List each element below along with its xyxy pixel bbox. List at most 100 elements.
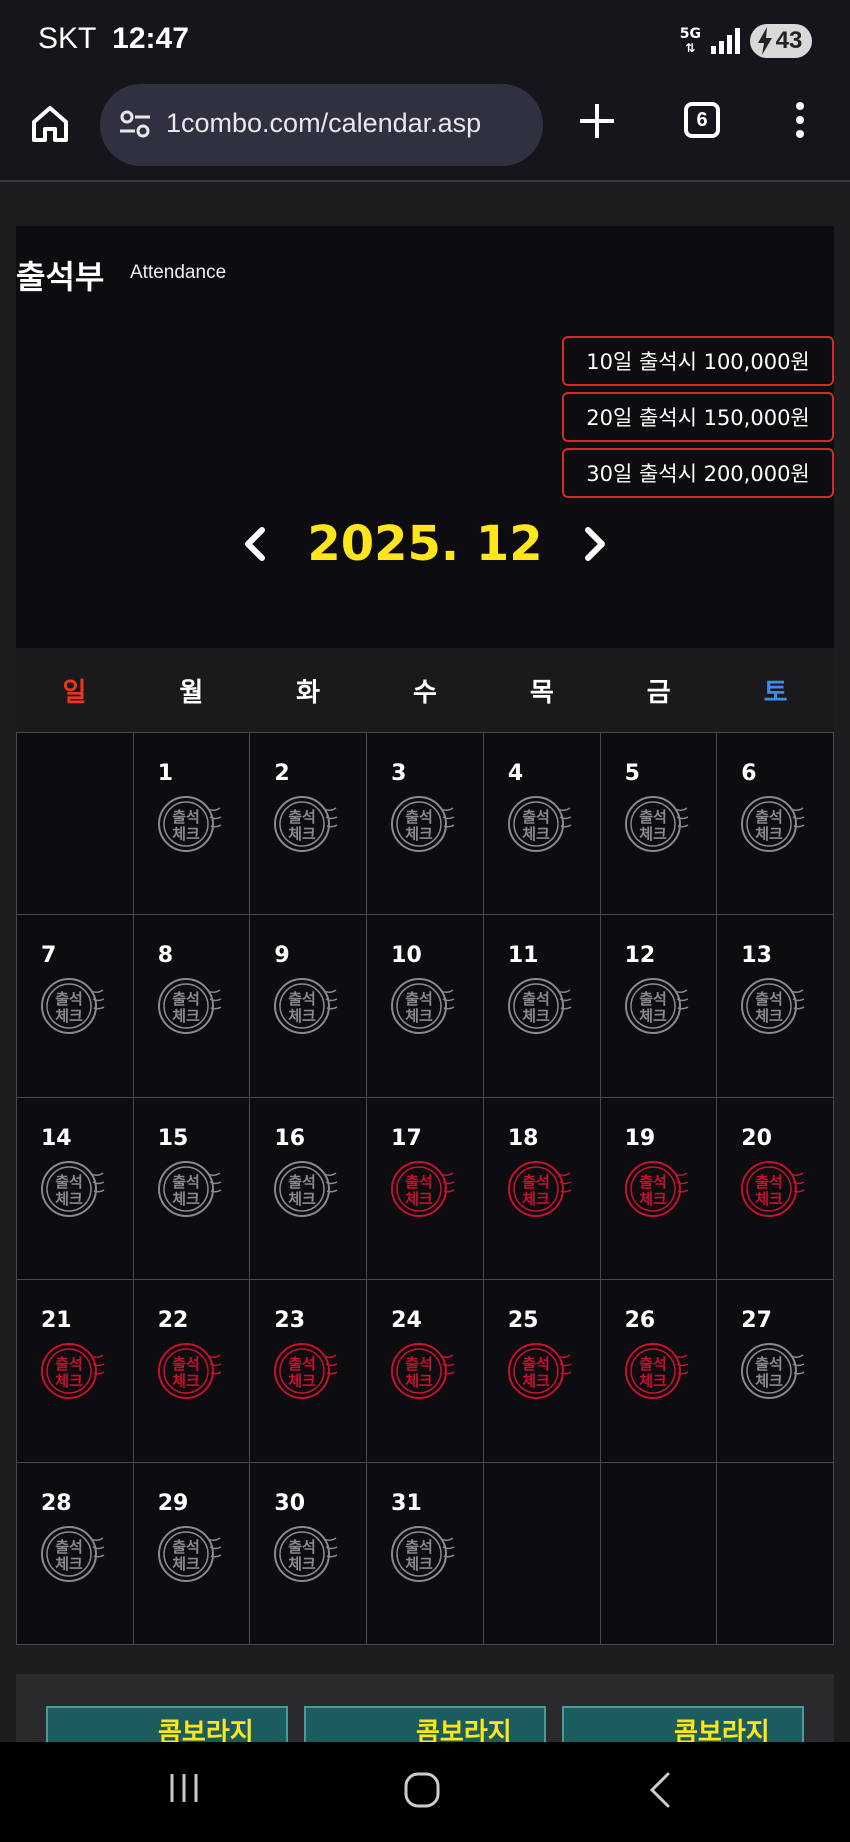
attendance-stamp-icon: 출석체크: [157, 978, 222, 1035]
weekday-friday: 금: [646, 677, 671, 708]
battery-level: 43: [775, 27, 803, 54]
stamp-text-bottom: 체크: [55, 1190, 83, 1208]
weekday-monday: 월: [179, 677, 204, 708]
attendance-stamp-icon: 출석체크: [157, 1160, 222, 1217]
stamp-text-top: 출석: [755, 990, 783, 1008]
stamp-text-bottom: 체크: [405, 1372, 433, 1390]
url-text[interactable]: 1combo.com/calendar.asp: [166, 108, 481, 139]
calendar-cell[interactable]: 1 출석 체크: [133, 733, 251, 916]
calendar-cell[interactable]: 31 출석 체크: [367, 1462, 484, 1645]
day-number: 31: [391, 1490, 422, 1516]
calendar-cell: [17, 733, 134, 916]
attendance-stamp-checked-icon: 출석체크: [41, 1343, 105, 1400]
calendar-cell[interactable]: 14 출석 체크: [17, 1097, 134, 1281]
reward-badge: 10일 출석시 100,000원: [562, 336, 834, 386]
stamp-text-bottom: 체크: [405, 825, 433, 843]
calendar-cell[interactable]: 16 출석 체크: [250, 1097, 368, 1281]
calendar-cell[interactable]: 22 출석 체크: [133, 1280, 251, 1463]
day-number: 29: [157, 1490, 189, 1516]
day-number: 30: [274, 1490, 306, 1516]
weekday-saturday: 토: [763, 677, 788, 708]
stamp-text-top: 출석: [289, 1173, 317, 1191]
attendance-stamp-icon: 출석체크: [274, 1525, 338, 1582]
calendar-cell[interactable]: 27 출석 체크: [717, 1280, 834, 1463]
calendar-cell[interactable]: 10 출석 체크: [367, 915, 484, 1098]
calendar-cell[interactable]: 5 출석 체크: [600, 733, 718, 916]
calendar-cell[interactable]: 26 출석 체크: [600, 1280, 718, 1463]
recent-apps-icon[interactable]: [166, 1770, 202, 1806]
calendar-cell[interactable]: 4 출석 체크: [483, 733, 601, 916]
calendar-cell[interactable]: 23 출석 체크: [250, 1280, 368, 1463]
promo-banner[interactable]: 콤보라지: [304, 1706, 546, 1742]
clock: 12:47: [112, 22, 189, 55]
day-number: 11: [507, 943, 539, 969]
home-icon[interactable]: [28, 102, 72, 146]
stamp-text-top: 출석: [755, 808, 783, 826]
stamp-text-top: 출석: [172, 1355, 200, 1373]
calendar-cell[interactable]: 6 출석 체크: [717, 733, 834, 916]
plus-icon[interactable]: [578, 102, 616, 140]
calendar-cell[interactable]: 18 출석 체크: [483, 1097, 601, 1281]
calendar-cell[interactable]: 20 출석 체크: [717, 1097, 834, 1281]
chevron-left-icon[interactable]: [242, 526, 268, 562]
attendance-stamp-icon: 출석체크: [41, 1160, 105, 1217]
stamp-text-bottom: 체크: [522, 1372, 550, 1390]
stamp-text-top: 출석: [639, 1355, 667, 1373]
attendance-stamp-icon: 출석체크: [741, 796, 805, 852]
calendar-cell[interactable]: 17 출석 체크: [367, 1097, 484, 1281]
stamp-text-bottom: 체크: [55, 1007, 83, 1025]
calendar-cell[interactable]: 2 출석 체크: [250, 733, 368, 916]
stamp-text-top: 출석: [405, 1173, 433, 1191]
home-circle-icon[interactable]: [402, 1770, 442, 1810]
stamp-text-bottom: 체크: [172, 825, 200, 843]
calendar-cell[interactable]: 9 출석 체크: [250, 915, 368, 1098]
day-number: 25: [507, 1308, 539, 1334]
tab-switcher-icon[interactable]: 6: [684, 102, 720, 138]
calendar-cell[interactable]: 19 출석 체크: [600, 1097, 718, 1281]
day-number: 20: [741, 1125, 772, 1151]
stamp-text-bottom: 체크: [289, 1555, 317, 1573]
calendar-cell: [483, 1462, 601, 1645]
calendar-cell[interactable]: 21 출석 체크: [17, 1280, 134, 1463]
calendar-cell[interactable]: 13 출석 체크: [717, 915, 834, 1098]
attendance-stamp-icon: 출석체크: [274, 1160, 338, 1217]
day-number: 26: [624, 1308, 656, 1334]
calendar-cell[interactable]: 29 출석 체크: [133, 1462, 251, 1645]
stamp-text-bottom: 체크: [405, 1190, 433, 1208]
status-left: SKT 12:47: [38, 22, 189, 56]
stamp-text-bottom: 체크: [405, 1555, 433, 1573]
weekday-wednesday: 수: [413, 677, 437, 708]
stamp-text-bottom: 체크: [522, 825, 550, 843]
calendar-cell[interactable]: 3 출석 체크: [367, 733, 484, 916]
calendar-cell[interactable]: 25 출석 체크: [483, 1280, 601, 1463]
day-number: 2: [274, 761, 290, 786]
calendar-cell[interactable]: 24 출석 체크: [367, 1280, 484, 1463]
calendar-cell[interactable]: 11 출석 체크: [483, 915, 601, 1098]
attendance-stamp-icon: 출석체크: [391, 796, 455, 852]
more-vert-icon[interactable]: [792, 102, 808, 142]
calendar-cell[interactable]: 12 출석 체크: [600, 915, 718, 1098]
calendar-cell[interactable]: 8 출석 체크: [133, 915, 251, 1098]
calendar-cell[interactable]: 7 출석 체크: [17, 915, 134, 1098]
calendar-cell[interactable]: 30 출석 체크: [250, 1462, 368, 1645]
promo-banner[interactable]: 콤보라지: [46, 1706, 288, 1742]
stamp-text-top: 출석: [289, 1355, 317, 1373]
day-number: 6: [741, 761, 757, 786]
day-number: 19: [624, 1125, 656, 1151]
status-bar: SKT 12:47 5G ⇅ 43: [0, 0, 850, 80]
weekday-header: 일 월 화 수 목 금 토: [16, 648, 834, 732]
calendar-cell[interactable]: 28 출석 체크: [17, 1462, 134, 1645]
back-icon[interactable]: [646, 1770, 676, 1810]
attendance-stamp-icon: 출석체크: [624, 978, 688, 1035]
stamp-text-top: 출석: [405, 808, 433, 826]
attendance-stamp-checked-icon: 출석체크: [507, 1160, 572, 1217]
calendar-cell[interactable]: 15 출석 체크: [133, 1097, 251, 1281]
tune-icon[interactable]: [118, 107, 152, 141]
stamp-text-bottom: 체크: [639, 825, 667, 843]
day-number: 22: [157, 1308, 189, 1334]
address-bar[interactable]: 1combo.com/calendar.asp: [100, 84, 543, 166]
page-subtitle: Attendance: [130, 262, 227, 283]
day-number: 15: [157, 1125, 189, 1151]
promo-banner[interactable]: 콤보라지: [562, 1706, 804, 1742]
chevron-right-icon[interactable]: [582, 526, 608, 562]
